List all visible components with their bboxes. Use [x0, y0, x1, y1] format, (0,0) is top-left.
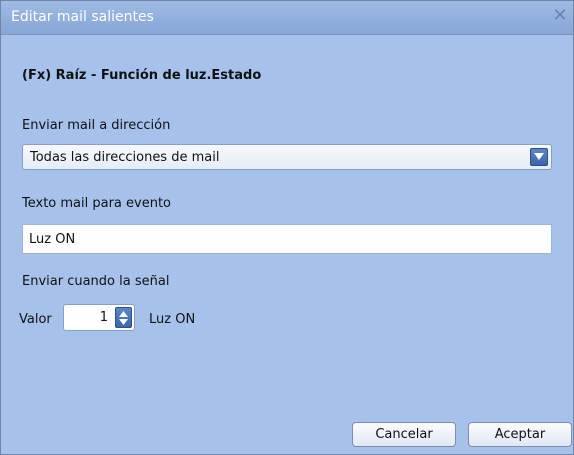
- arrow-up-icon[interactable]: [119, 310, 128, 317]
- event-text-label: Texto mail para evento: [22, 196, 172, 211]
- function-heading: (Fx) Raíz - Función de luz.Estado: [22, 68, 262, 83]
- address-select[interactable]: Todas las direcciones de mail: [22, 144, 552, 170]
- address-select-value: Todas las direcciones de mail: [30, 150, 220, 165]
- title-bar[interactable]: Editar mail salientes ✕: [1, 1, 573, 35]
- accept-button[interactable]: Aceptar: [468, 422, 572, 447]
- event-text-input[interactable]: [22, 224, 552, 254]
- signal-label: Enviar cuando la señal: [22, 274, 170, 289]
- cancel-button[interactable]: Cancelar: [352, 422, 456, 447]
- stepper-value: 1: [99, 310, 108, 325]
- valor-label: Valor: [19, 312, 52, 327]
- value-stepper[interactable]: 1: [63, 304, 135, 331]
- chevron-down-icon[interactable]: [530, 148, 548, 166]
- address-label: Enviar mail a dirección: [22, 118, 171, 133]
- stepper-buttons: [115, 307, 132, 328]
- close-icon[interactable]: ✕: [551, 7, 569, 25]
- arrow-down-icon[interactable]: [119, 319, 128, 326]
- value-name-label: Luz ON: [149, 312, 196, 327]
- window-title: Editar mail salientes: [11, 9, 154, 25]
- edit-outgoing-mail-dialog: Editar mail salientes ✕ (Fx) Raíz - Func…: [0, 0, 574, 455]
